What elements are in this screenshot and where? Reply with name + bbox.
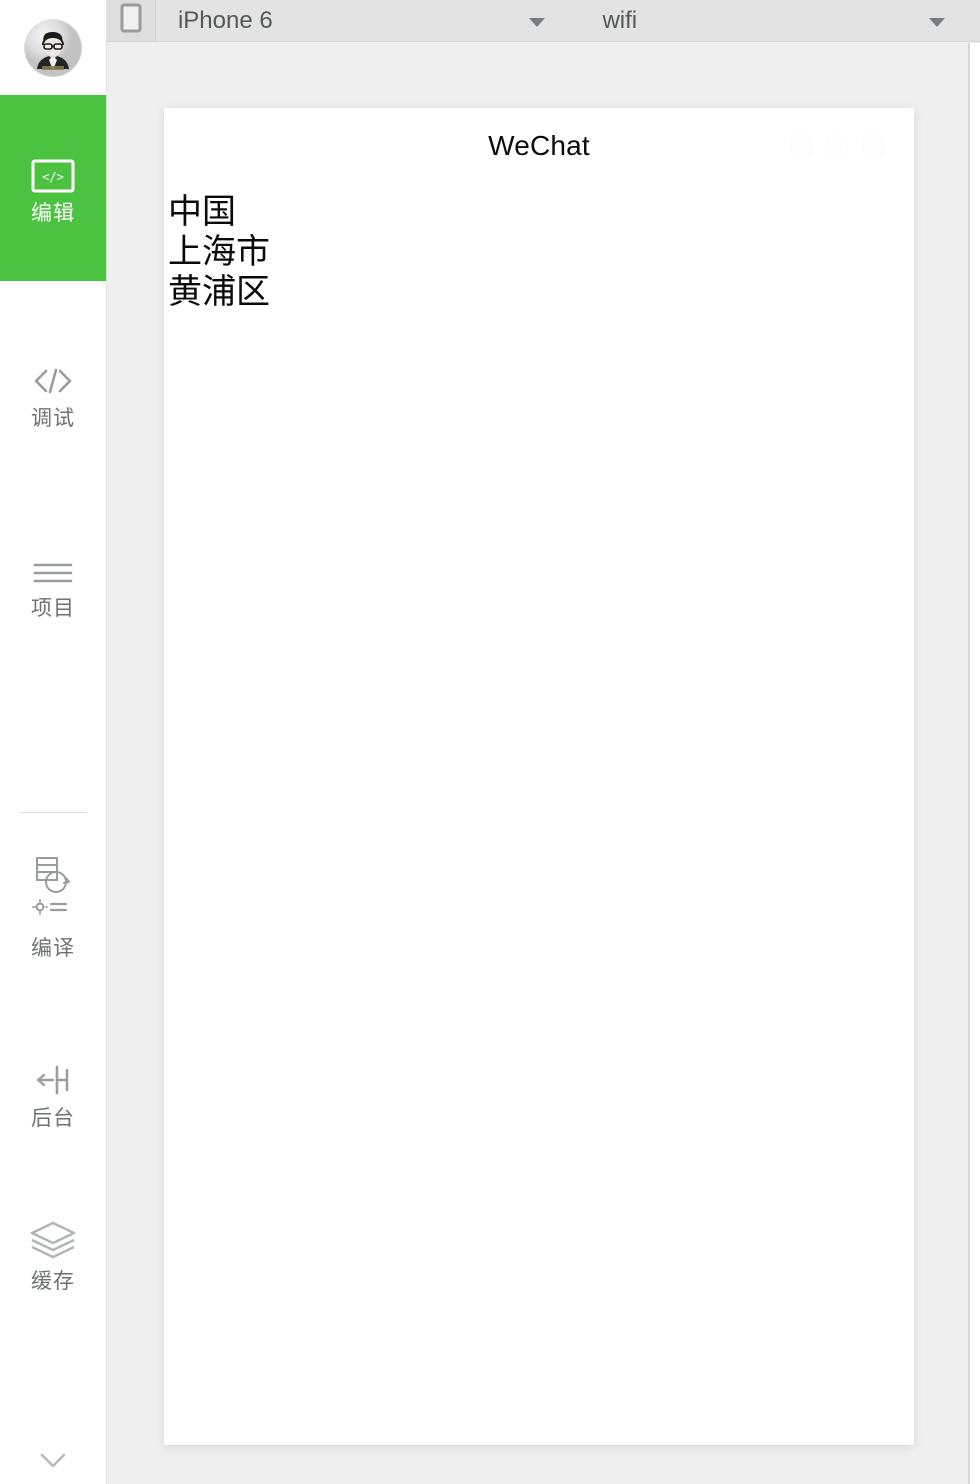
network-select[interactable]: wifi xyxy=(580,0,980,41)
user-avatar-icon xyxy=(25,19,81,76)
sidebar-expand-button[interactable] xyxy=(0,1449,105,1478)
location-line-district: 黄浦区 xyxy=(168,272,270,312)
sidebar-divider xyxy=(0,663,106,813)
sidebar-item-label: 后台 xyxy=(31,1107,75,1130)
simulator-stage: WeChat 中国 上海市 黄浦区 xyxy=(107,43,980,1484)
sidebar-item-label: 编辑 xyxy=(31,202,75,225)
avatar[interactable] xyxy=(24,18,82,77)
network-select-value: wifi xyxy=(602,6,638,34)
sidebar: </> 编辑 调试 项目 编译 后台 缓存 xyxy=(0,0,107,1484)
svg-text:</>: </> xyxy=(42,170,64,184)
sidebar-item-background[interactable]: 后台 xyxy=(0,1023,106,1163)
capsule-dot-1 xyxy=(790,135,812,157)
sidebar-item-edit[interactable]: </> 编辑 xyxy=(0,95,106,281)
compile-refresh-icon xyxy=(26,857,80,928)
code-brackets-icon xyxy=(29,354,77,398)
simulator-nav-bar: WeChat xyxy=(164,108,914,184)
layers-icon xyxy=(26,1217,80,1261)
capsule-dot-2 xyxy=(826,135,848,157)
sidebar-item-debug[interactable]: 调试 xyxy=(0,303,106,483)
device-select[interactable]: iPhone 6 xyxy=(155,0,581,41)
phone-icon xyxy=(120,3,142,38)
simulator-toolbar: iPhone 6 wifi xyxy=(107,0,980,42)
right-panel xyxy=(970,43,980,1484)
sidebar-item-label: 项目 xyxy=(31,597,75,620)
capsule-menu[interactable] xyxy=(790,135,884,157)
caret-down-icon xyxy=(928,7,946,35)
devtools-window: </> 编辑 调试 项目 编译 后台 缓存 iPhone 6 wifi WeCh… xyxy=(0,0,980,1484)
simulator-page-body: 中国 上海市 黄浦区 xyxy=(164,184,914,312)
caret-down-icon xyxy=(528,7,546,35)
avatar-container[interactable] xyxy=(0,0,106,95)
arrow-to-bar-icon xyxy=(29,1054,77,1098)
device-toggle-button[interactable] xyxy=(107,0,156,41)
chevron-down-icon xyxy=(31,1449,75,1478)
list-lines-icon xyxy=(29,544,77,588)
divider-line xyxy=(19,812,87,813)
location-line-country: 中国 xyxy=(168,192,236,232)
work-area: iPhone 6 wifi WeChat 中国 上海市 黄浦区 xyxy=(107,0,980,1484)
phone-simulator: WeChat 中国 上海市 黄浦区 xyxy=(164,108,914,1445)
sidebar-item-cache[interactable]: 缓存 xyxy=(0,1181,106,1331)
sidebar-item-label: 编译 xyxy=(31,937,75,960)
location-line-city: 上海市 xyxy=(168,232,270,272)
page-title: WeChat xyxy=(488,130,590,161)
sidebar-item-label: 调试 xyxy=(31,407,75,430)
capsule-dot-3 xyxy=(862,135,884,157)
code-window-icon: </> xyxy=(31,149,75,193)
sidebar-item-project[interactable]: 项目 xyxy=(0,503,106,663)
sidebar-item-compile[interactable]: 编译 xyxy=(0,843,106,1003)
device-select-value: iPhone 6 xyxy=(177,6,273,34)
sidebar-item-label: 缓存 xyxy=(31,1270,75,1293)
